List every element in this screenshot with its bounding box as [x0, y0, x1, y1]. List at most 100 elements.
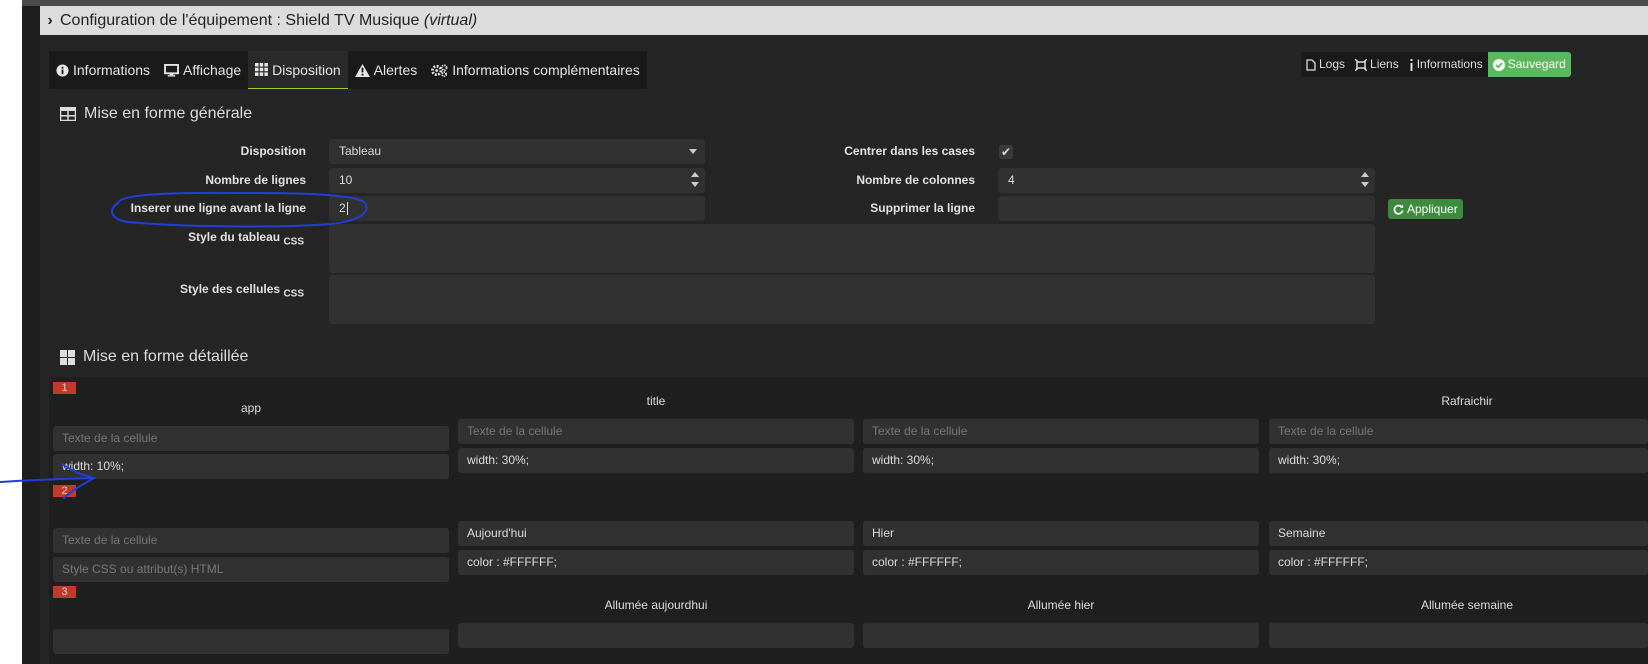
cell-text-input[interactable]: Semaine	[1269, 521, 1648, 546]
cell-text-input[interactable]: Texte de la cellule	[1269, 419, 1648, 444]
cell-style-input[interactable]: color : #FFFFFF;	[1269, 550, 1648, 575]
delete-row-label: Supprimer la ligne	[870, 201, 975, 215]
table-style-label: Style du tableau CSS	[100, 225, 304, 254]
disposition-select[interactable]: Tableau	[329, 139, 705, 164]
delete-row-input[interactable]	[998, 196, 1375, 221]
cell-style-textarea[interactable]	[329, 275, 1375, 324]
spinner-icon[interactable]	[690, 171, 700, 191]
table-icon	[60, 107, 76, 121]
monitor-icon	[164, 63, 179, 77]
tab-bar: Informations Affichage Disposition Alert…	[49, 51, 647, 89]
section-general-title: Mise en forme générale	[60, 105, 252, 123]
action-buttons: Logs Liens Informations Sauvegard	[1301, 52, 1571, 77]
cell-style-text: Style des cellules	[180, 282, 281, 296]
insert-row-value: 2	[339, 201, 346, 215]
cell-text-input[interactable]	[458, 623, 854, 648]
cell-style-input[interactable]: width: 30%;	[863, 448, 1259, 473]
cols-input[interactable]: 4	[998, 168, 1375, 193]
disposition-label: Disposition	[240, 144, 306, 158]
row-number-badge: 1	[53, 382, 76, 394]
check-circle-icon	[1492, 58, 1505, 71]
save-label: Sauvegard	[1507, 57, 1566, 71]
cell-text-input[interactable]	[863, 623, 1259, 648]
cell-header: Allumée aujourdhui	[604, 598, 708, 612]
cell-text-input[interactable]	[53, 629, 449, 654]
section-title-text: Mise en forme générale	[84, 105, 253, 122]
cell-text-input[interactable]: Texte de la cellule	[53, 426, 449, 451]
cell-style-label: Style des cellules CSS	[100, 277, 304, 306]
cell-style-input[interactable]: width: 10%;	[53, 454, 449, 479]
cell-header: Allumée hier	[1027, 598, 1095, 612]
disposition-value: Tableau	[339, 144, 382, 158]
rows-label: Nombre de lignes	[205, 173, 306, 187]
table-style-text: Style du tableau	[188, 230, 281, 244]
file-icon	[1306, 58, 1316, 71]
caret-down-icon	[689, 149, 697, 154]
warning-icon	[354, 63, 370, 77]
table-style-textarea[interactable]	[329, 224, 1375, 273]
tab-disposition[interactable]: Disposition	[248, 51, 348, 89]
insert-row-input[interactable]: 2	[329, 196, 705, 221]
row-number-badge: 3	[53, 586, 76, 598]
cell-text-input[interactable]: Texte de la cellule	[458, 419, 854, 444]
text-cursor	[346, 202, 348, 216]
cell-style-input[interactable]: width: 30%;	[1269, 448, 1648, 473]
insert-row-label: Inserer une ligne avant la ligne	[130, 201, 306, 215]
tab-informations[interactable]: Informations	[49, 51, 157, 89]
modal-title-bar: › Configuration de l'équipement : Shield …	[40, 6, 1648, 35]
informations-label: Informations	[1416, 57, 1483, 71]
windows-grid-icon	[60, 349, 75, 365]
cell-text-input[interactable]	[1269, 623, 1648, 648]
cell-text-input[interactable]: Hier	[863, 521, 1259, 546]
links-button[interactable]: Liens	[1350, 52, 1404, 77]
cell-style-input[interactable]: Style CSS ou attribut(s) HTML	[53, 557, 449, 582]
gears-icon	[431, 63, 448, 77]
modal-title: Configuration de l'équipement : Shield T…	[60, 12, 424, 29]
tab-label: Disposition	[272, 61, 341, 78]
cell-text-input[interactable]: Texte de la cellule	[863, 419, 1259, 444]
tab-label: Alertes	[373, 62, 418, 78]
app-window: › Configuration de l'équipement : Shield …	[22, 0, 1648, 664]
informations-button[interactable]: Informations	[1404, 52, 1488, 77]
links-icon	[1355, 58, 1368, 71]
logs-label: Logs	[1319, 57, 1346, 71]
logs-button[interactable]: Logs	[1301, 52, 1350, 77]
refresh-icon	[1393, 204, 1404, 215]
cell-style-input[interactable]: color : #FFFFFF;	[863, 550, 1259, 575]
tab-alertes[interactable]: Alertes	[348, 51, 425, 89]
grid-icon	[255, 63, 269, 76]
modal-content: Informations Affichage Disposition Alert…	[40, 35, 1648, 664]
tab-informations-complementaires[interactable]: Informations complémentaires	[424, 51, 647, 89]
section-detailed-title: Mise en forme détaillée	[60, 348, 248, 366]
cell-header: title	[646, 394, 666, 408]
tab-label: Affichage	[183, 62, 242, 78]
cell-header: Allumée semaine	[1420, 598, 1514, 612]
info-circle-icon	[56, 63, 69, 77]
apply-button[interactable]: Appliquer	[1388, 199, 1463, 219]
cols-label: Nombre de colonnes	[856, 173, 975, 187]
cell-style-input[interactable]: width: 30%;	[458, 448, 854, 473]
css-suffix: CSS	[283, 236, 304, 248]
tab-label: Informations	[73, 62, 151, 78]
cell-style-input[interactable]: color : #FFFFFF;	[458, 550, 854, 575]
cell-text-input[interactable]: Texte de la cellule	[53, 528, 449, 553]
tab-affichage[interactable]: Affichage	[157, 51, 248, 89]
center-label: Centrer dans les cases	[844, 144, 975, 158]
rows-value: 10	[339, 173, 353, 187]
chevron-right-icon[interactable]: ›	[40, 6, 60, 35]
spinner-icon[interactable]	[1360, 171, 1370, 191]
center-checkbox[interactable]: ✔	[999, 145, 1013, 159]
css-suffix: CSS	[283, 288, 304, 300]
apply-label: Appliquer	[1407, 202, 1458, 216]
tab-label: Informations complémentaires	[452, 62, 640, 78]
cols-value: 4	[1008, 173, 1015, 187]
cell-header: app	[240, 401, 262, 415]
cell-header: Rafraichir	[1441, 394, 1493, 408]
info-icon	[1410, 58, 1413, 71]
links-label: Liens	[1370, 57, 1399, 71]
row-number-badge: 2	[53, 485, 76, 497]
cell-text-input[interactable]: Aujourd'hui	[458, 521, 854, 546]
rows-input[interactable]: 10	[329, 168, 705, 193]
save-button[interactable]: Sauvegard	[1487, 52, 1571, 77]
modal-title-virtual: (virtual)	[423, 12, 478, 29]
